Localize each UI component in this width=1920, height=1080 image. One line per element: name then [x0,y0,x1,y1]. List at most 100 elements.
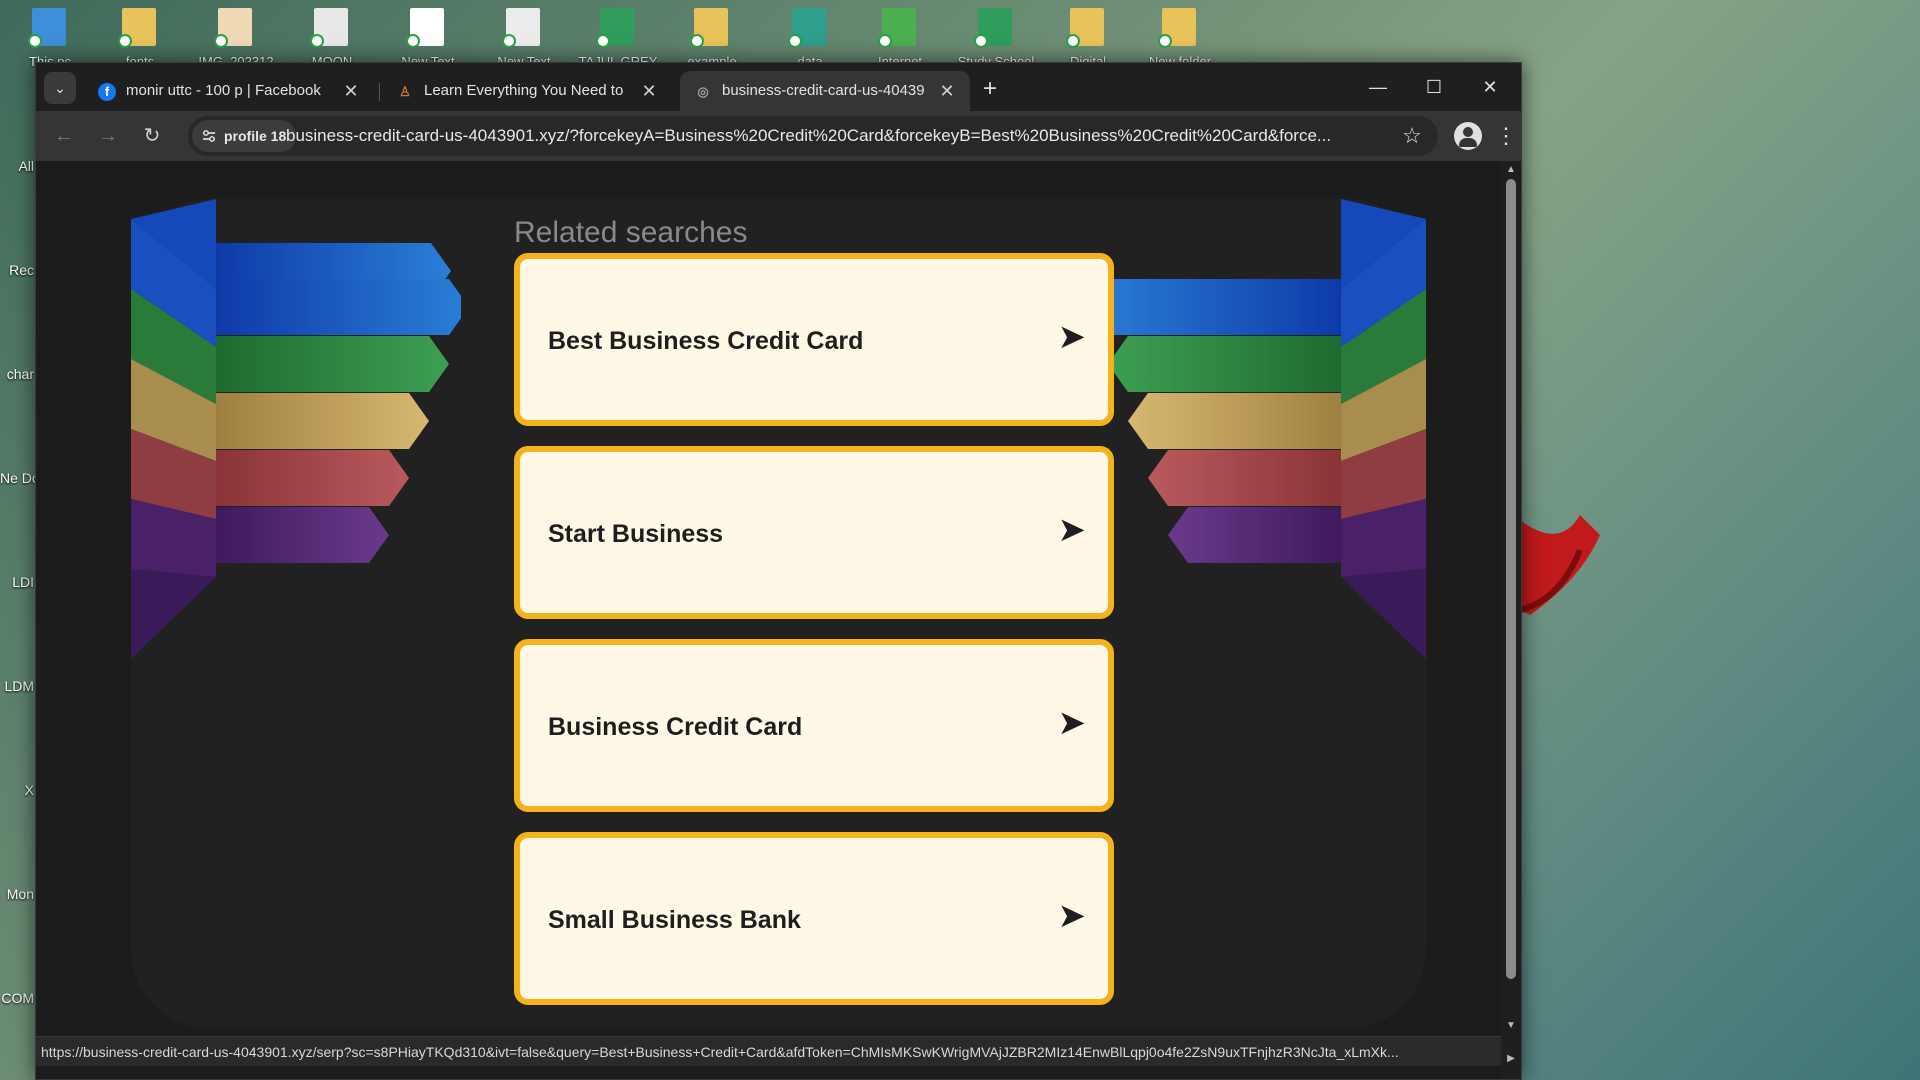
page-scrollbar[interactable]: ▲ ▼ [1501,161,1521,1036]
desktop-left-icon-label[interactable]: Mon [0,886,36,902]
minimize-button[interactable]: — [1350,63,1406,111]
new-tab-button[interactable]: + [976,75,1004,103]
desktop-icon[interactable]: IMG_202312 [196,2,276,69]
decorative-ribbons-left [131,199,461,659]
desktop-left-icons: All Rec char Ne Docu LDI LDM X Mon COM [0,130,36,1030]
url-text[interactable]: business-credit-card-us-4043901.xyz/?for… [286,126,1346,146]
sync-check-icon [28,34,42,48]
desktop-icon[interactable]: data [770,2,850,69]
desktop-icon[interactable]: TAJUL GREY [578,2,658,69]
related-search-label: Small Business Bank [548,906,801,934]
tab-title: Learn Everything You Need to K [424,82,628,99]
reload-button[interactable]: ↻ [136,120,168,152]
sync-check-icon [690,34,704,48]
tab-bar: ⌄ f monir uttc - 100 p | Facebook ✕ ♙ Le… [36,63,1521,111]
site-info-chip[interactable]: profile 18 [192,120,297,152]
scroll-down-icon[interactable]: ▼ [1504,1019,1518,1033]
tab-separator [379,83,380,101]
tab-close-icon[interactable]: ✕ [936,80,958,102]
close-window-button[interactable]: ✕ [1462,63,1518,111]
desktop-left-icon-label[interactable]: All [0,158,36,174]
desktop-left-icon-label[interactable]: Rec [0,262,36,278]
desktop-left-icon-label[interactable]: LDI [0,574,36,590]
browser-toolbar: ← → ↻ profile 18 business-credit-card-us… [36,111,1521,161]
back-button[interactable]: ← [48,120,80,152]
desktop-icon[interactable]: Study School [956,2,1036,69]
tab-close-icon[interactable]: ✕ [340,80,362,102]
related-search-label: Start Business [548,520,724,548]
sync-check-icon [214,34,228,48]
more-vert-icon: ⋮ [1495,123,1517,148]
person-icon-body [1459,138,1477,147]
related-search-best-business-credit-card[interactable]: Best Business Credit Card ➤ [514,253,1114,426]
arrow-right-icon: ➤ [1057,511,1087,549]
address-bar[interactable]: profile 18 business-credit-card-us-40439… [188,116,1438,156]
sync-check-icon [406,34,420,48]
browser-window: ⌄ f monir uttc - 100 p | Facebook ✕ ♙ Le… [35,62,1522,1080]
minimize-icon: — [1369,77,1387,97]
bookmark-star-icon[interactable]: ☆ [1398,122,1426,150]
desktop-icon[interactable]: Digital [1048,2,1128,69]
maximize-button[interactable]: ☐ [1406,63,1462,111]
sync-check-icon [1066,34,1080,48]
plus-icon: + [982,75,997,102]
person-icon [1463,127,1473,137]
related-search-business-credit-card[interactable]: Business Credit Card ➤ [514,639,1114,812]
sync-check-icon [310,34,324,48]
facebook-icon: f [98,83,116,101]
desktop-left-icon-label[interactable]: LDM [0,678,36,694]
scroll-up-icon[interactable]: ▲ [1504,163,1518,177]
link-status-bar: https://business-credit-card-us-4043901.… [36,1036,1501,1066]
desktop-icon[interactable]: This pc [10,2,90,69]
desktop-icon[interactable]: New folder [1140,2,1220,69]
tab-close-icon[interactable]: ✕ [638,80,660,102]
sync-check-icon [878,34,892,48]
desktop-left-icon-label[interactable]: COM [0,990,36,1006]
desktop-icon[interactable]: fonts [100,2,180,69]
sync-check-icon [502,34,516,48]
desktop-icon[interactable]: New Text [484,2,564,69]
sync-check-icon [118,34,132,48]
sync-check-icon [1158,34,1172,48]
tab-title: monir uttc - 100 p | Facebook [126,82,321,99]
desktop-icon[interactable]: Internet [860,2,940,69]
page-viewport: Related searches Best Business Credit Ca… [36,161,1501,1079]
related-searches-title: Related searches [514,216,748,249]
tab-title: business-credit-card-us-40439 [722,82,925,99]
scroll-right-icon[interactable]: ▶ [1501,1053,1521,1067]
desktop-left-icon-label[interactable]: char [0,366,36,382]
forward-button[interactable]: → [92,120,124,152]
related-search-small-business-bank[interactable]: Small Business Bank ➤ [514,832,1114,1005]
site-chip-label: profile 18 [224,128,287,144]
maximize-icon: ☐ [1425,77,1443,97]
reload-icon: ↻ [143,125,161,147]
site-favicon-icon: ♙ [399,84,411,99]
chevron-down-icon: ⌄ [54,80,66,96]
desktop-icon[interactable]: MOON [292,2,372,69]
tab-business-credit-card[interactable]: ◎ business-credit-card-us-40439 ✕ [680,71,970,111]
profile-avatar-button[interactable] [1454,122,1482,150]
related-searches: Related searches Best Business Credit Ca… [506,211,1114,1041]
tab-search-button[interactable]: ⌄ [44,72,76,104]
sync-check-icon [596,34,610,48]
arrow-right-icon: ➤ [1057,318,1087,356]
arrow-right-icon: ➤ [1057,897,1087,935]
tab-facebook[interactable]: f monir uttc - 100 p | Facebook ✕ [84,71,374,111]
arrow-right-icon: → [98,125,118,147]
related-search-start-business[interactable]: Start Business ➤ [514,446,1114,619]
browser-menu-button[interactable]: ⋮ [1494,120,1518,152]
sync-check-icon [788,34,802,48]
close-icon: ✕ [1482,77,1498,97]
desktop-wallpaper-shape [1520,515,1600,615]
decorative-ribbons-right [1096,199,1426,659]
tune-icon [203,130,215,142]
sync-check-icon [974,34,988,48]
desktop-top-icons: This pcfontsIMG_202312MOONNew TextNew Te… [0,0,1240,69]
tab-learn-everything[interactable]: ♙ Learn Everything You Need to K ✕ [382,71,672,111]
scrollbar-thumb[interactable] [1506,179,1516,979]
desktop-icon[interactable]: example [672,2,752,69]
arrow-right-icon: ➤ [1057,704,1087,742]
desktop-left-icon-label[interactable]: X [0,782,36,798]
desktop-left-icon-label[interactable]: Ne Docu [0,470,36,486]
desktop-icon[interactable]: New Text [388,2,468,69]
